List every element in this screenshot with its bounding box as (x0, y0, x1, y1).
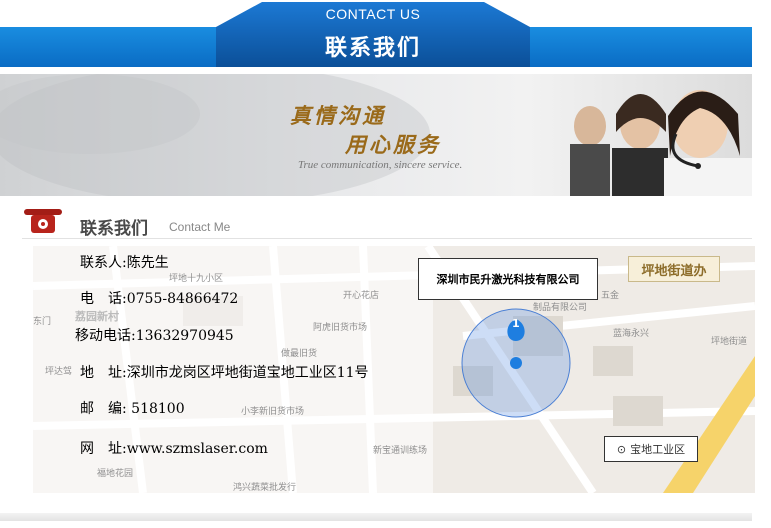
map-poi: 小李新旧货市场 (241, 407, 305, 417)
map-poi: 做最旧货 (281, 349, 318, 359)
map-poi: 坪达驾 (45, 367, 73, 377)
slogan-en: True communication, sincere service. (298, 159, 463, 171)
footer-divider (0, 513, 752, 521)
slogan-line2: 用心服务 (345, 132, 441, 157)
map-poi: 坪地街道 (711, 337, 748, 347)
contact-website[interactable]: 网 址:www.szmslaser.com (80, 438, 268, 458)
map-poi: 制品有限公司 (533, 303, 588, 313)
map-poi: 新宝通训练场 (373, 446, 428, 456)
section-title: 联系我们 (80, 219, 148, 239)
map-area: 荔园新村 (75, 310, 119, 323)
map-poi: 阿虎旧货市场 (313, 323, 368, 333)
contact-phone: 电 话:0755-84866472 (80, 291, 239, 307)
map-poi: 鸿兴蔬菜批发行 (233, 483, 297, 493)
map-poi: 五金 (601, 291, 620, 301)
contact-mobile: 移动电话:13632970945 (75, 328, 234, 344)
slogan-line1: 真情沟通 (290, 103, 386, 128)
header-title-en: CONTACT US (325, 6, 421, 22)
section-subtitle: Contact Me (169, 220, 231, 234)
industrial-zone-label: ⊙ 宝地工业区 (604, 436, 698, 462)
street-office-label: 坪地街道办 (628, 256, 720, 282)
contact-person: 联系人:陈先生 (80, 255, 169, 271)
contact-address: 地 址:深圳市龙岗区坪地街道宝地工业区11号 (80, 365, 369, 381)
industrial-zone-text: 宝地工业区 (630, 443, 686, 456)
map-poi: 坪地十九小区 (169, 274, 224, 284)
map-marker-number: 1 (512, 317, 520, 330)
map-poi: 福地花园 (97, 469, 134, 479)
map-poi: 开心花店 (343, 291, 380, 301)
telephone-icon (24, 209, 62, 233)
header-title-zh: 联系我们 (324, 36, 421, 61)
contact-postcode: 邮 编: 518100 (80, 401, 185, 417)
map-poi: 蓝海永兴 (613, 329, 650, 339)
map-pin-icon: ⊙ (616, 442, 627, 456)
map-poi: 东门 (33, 317, 52, 327)
section-divider (22, 238, 752, 239)
company-label: 深圳市民升激光科技有限公司 (418, 258, 598, 300)
